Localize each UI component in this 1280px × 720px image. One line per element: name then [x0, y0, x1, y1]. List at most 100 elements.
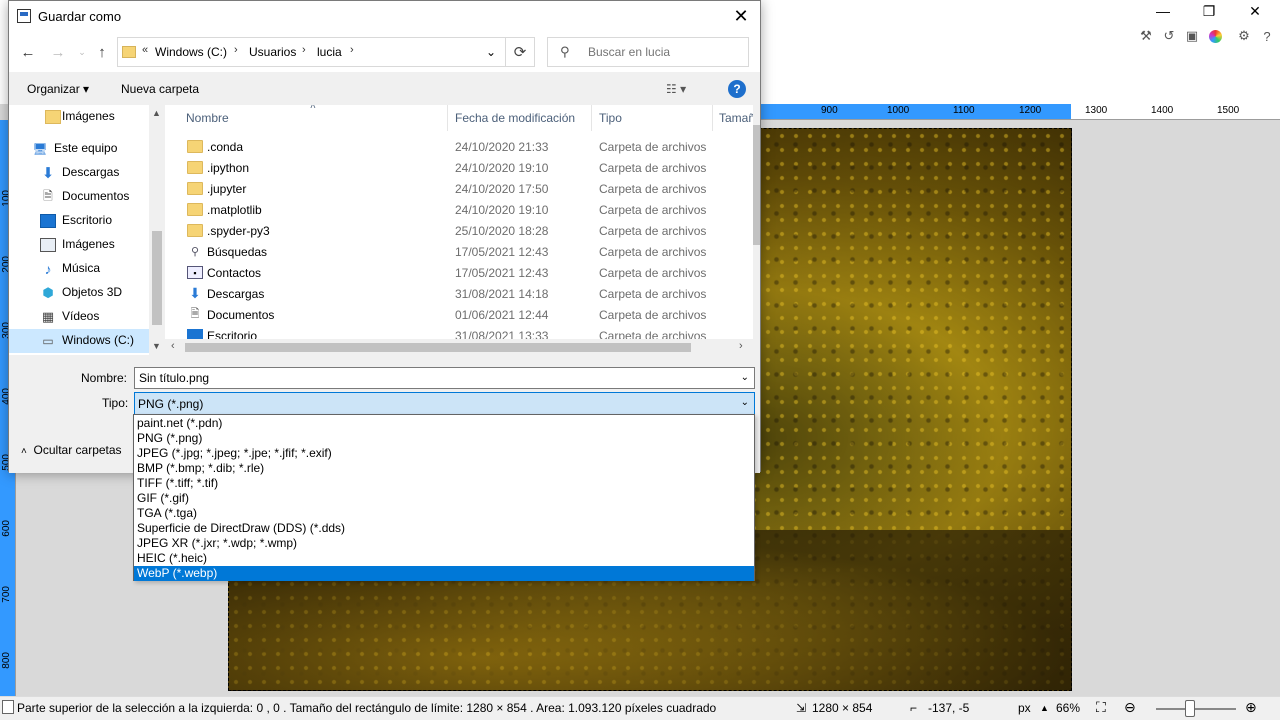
history-icon[interactable]: ↺ [1161, 28, 1177, 44]
up-arrow-icon[interactable]: ↑ [91, 41, 113, 63]
recent-locations-icon[interactable]: ⌄ [71, 41, 93, 63]
chevron-right-icon[interactable]: › [234, 44, 238, 56]
help-button[interactable]: ? [728, 80, 746, 98]
settings-icon[interactable]: ⚙ [1236, 28, 1252, 44]
file-name: Búsquedas [207, 245, 268, 259]
file-type-option[interactable]: Superficie de DirectDraw (DDS) (*.dds) [134, 521, 754, 536]
nav-item-videos[interactable]: ▦ Vídeos [9, 305, 155, 329]
nav-item-pictures[interactable]: Imágenes [9, 233, 155, 257]
file-name-input[interactable] [139, 371, 729, 385]
zoom-level[interactable]: 66% [1056, 701, 1080, 715]
colors-icon[interactable] [1207, 28, 1223, 44]
search-input[interactable] [588, 45, 738, 59]
file-row[interactable]: .jupyter 24/10/2020 17:50 Carpeta de arc… [165, 178, 745, 199]
file-name: .ipython [207, 161, 250, 175]
scroll-down-icon[interactable]: ▼ [152, 341, 161, 351]
file-list-hscrollbar[interactable]: ‹ › [165, 339, 760, 355]
file-list-scrollbar[interactable] [753, 105, 760, 341]
file-row[interactable]: .conda 24/10/2020 21:33 Carpeta de archi… [165, 136, 745, 157]
zoom-slider-thumb[interactable] [1185, 700, 1195, 717]
file-type-option[interactable]: TGA (*.tga) [134, 506, 754, 521]
nav-pane-scrollbar[interactable]: ▲ ▼ [149, 105, 165, 355]
hide-folders-toggle[interactable]: ˄ Ocultar carpetas [21, 443, 122, 457]
scrollbar-thumb[interactable] [185, 343, 691, 352]
chevron-right-icon[interactable]: › [350, 44, 354, 56]
chevron-down-icon[interactable]: ⌄ [741, 397, 749, 408]
file-type-option[interactable]: JPEG XR (*.jxr; *.wdp; *.wmp) [134, 536, 754, 551]
nav-item-desktop[interactable]: Escritorio [9, 209, 155, 233]
chevron-down-icon[interactable]: ⌄ [741, 372, 749, 383]
tools-icon[interactable]: ⚒ [1138, 28, 1154, 44]
file-row[interactable]: .ipython 24/10/2020 19:10 Carpeta de arc… [165, 157, 745, 178]
column-header-date[interactable]: Fecha de modificación [455, 111, 575, 125]
file-row[interactable]: ⚲ Búsquedas 17/05/2021 12:43 Carpeta de … [165, 241, 745, 262]
zoom-in-icon[interactable]: ⊕ [1245, 699, 1257, 716]
file-type-option[interactable]: HEIC (*.heic) [134, 551, 754, 566]
nav-item-documents[interactable]: 🗎 Documentos [9, 185, 155, 209]
nav-item-images[interactable]: Imágenes [9, 105, 155, 129]
column-header-type[interactable]: Tipo [599, 111, 622, 125]
search-box[interactable]: ⚲ [547, 37, 749, 67]
file-name-field[interactable]: ⌄ [134, 367, 755, 389]
view-options-icon[interactable]: ☷ ▾ [666, 82, 686, 96]
scrollbar-thumb[interactable] [152, 231, 162, 325]
file-row[interactable]: .spyder-py3 25/10/2020 18:28 Carpeta de … [165, 220, 745, 241]
file-date: 24/10/2020 19:10 [455, 203, 549, 217]
nav-item-downloads[interactable]: ⬇ Descargas [9, 161, 155, 185]
zoom-out-icon[interactable]: ⊖ [1124, 699, 1136, 716]
nav-item-3d-objects[interactable]: ⬢ Objetos 3D [9, 281, 155, 305]
minimize-icon[interactable]: — [1140, 0, 1186, 22]
file-row[interactable]: ⬇ Descargas 31/08/2021 14:18 Carpeta de … [165, 283, 745, 304]
breadcrumb-item[interactable]: Windows (C:) [155, 45, 227, 59]
restore-icon[interactable]: ❐ [1186, 0, 1232, 22]
column-header-size[interactable]: Tamaño [719, 111, 753, 125]
file-type-option[interactable]: GIF (*.gif) [134, 491, 754, 506]
column-header-name[interactable]: Nombre [186, 111, 229, 125]
breadcrumb-item[interactable]: Usuarios [249, 45, 296, 59]
file-row[interactable]: ▪ Contactos 17/05/2021 12:43 Carpeta de … [165, 262, 745, 283]
scrollbar-thumb[interactable] [753, 125, 760, 245]
zoom-slider-track[interactable] [1156, 708, 1236, 710]
scroll-left-icon[interactable]: ‹ [171, 340, 175, 352]
nav-item-label: Música [62, 261, 101, 275]
new-folder-button[interactable]: Nueva carpeta [121, 82, 199, 96]
file-type-select[interactable]: PNG (*.png) ⌄ [134, 392, 755, 415]
cursor-icon: ⌐ [910, 701, 918, 715]
chevron-down-icon[interactable]: ⌄ [486, 45, 496, 59]
back-arrow-icon[interactable]: ← [17, 41, 39, 63]
forward-arrow-icon[interactable]: → [47, 41, 69, 63]
unit-selector[interactable]: px [1018, 701, 1031, 715]
nav-item-windows-c[interactable]: ▭ Windows (C:) [9, 329, 155, 353]
address-bar[interactable]: « Windows (C:) › Usuarios › lucia › ⌄ [117, 37, 530, 67]
help-icon[interactable]: ? [1259, 28, 1275, 44]
file-name: .jupyter [207, 182, 247, 196]
column-divider[interactable] [591, 105, 592, 131]
scroll-right-icon[interactable]: › [739, 340, 743, 352]
file-type-option-selected[interactable]: WebP (*.webp) [134, 566, 754, 581]
organize-arrow: ▾ [83, 82, 90, 96]
organize-menu[interactable]: Organizar ▾ [27, 82, 89, 96]
file-type-option[interactable]: JPEG (*.jpg; *.jpeg; *.jpe; *.jfif; *.ex… [134, 446, 754, 461]
breadcrumb-item[interactable]: lucia [317, 45, 342, 59]
file-type-option[interactable]: paint.net (*.pdn) [134, 416, 754, 431]
file-type-option[interactable]: TIFF (*.tiff; *.tif) [134, 476, 754, 491]
nav-item-music[interactable]: ♪ Música [9, 257, 155, 281]
file-type-option[interactable]: PNG (*.png) [134, 431, 754, 446]
nav-item-label: Imágenes [62, 109, 115, 123]
close-icon[interactable]: ✕ [723, 1, 759, 32]
layers-icon[interactable]: ▣ [1184, 28, 1200, 44]
column-divider[interactable] [447, 105, 448, 131]
file-row[interactable]: 🗎 Documentos 01/06/2021 12:44 Carpeta de… [165, 304, 745, 325]
file-name: .spyder-py3 [207, 224, 270, 238]
type-label: Tipo: [102, 396, 129, 410]
scroll-up-icon[interactable]: ▲ [152, 108, 161, 118]
file-row[interactable]: .matplotlib 24/10/2020 19:10 Carpeta de … [165, 199, 745, 220]
fit-window-icon[interactable]: ⛶ [1096, 699, 1106, 716]
chevron-right-icon[interactable]: › [302, 44, 306, 56]
close-window-icon[interactable]: ✕ [1232, 0, 1278, 22]
chevron-up-icon[interactable]: ▲ [1040, 703, 1049, 713]
column-divider[interactable] [712, 105, 713, 131]
file-type-option[interactable]: BMP (*.bmp; *.dib; *.rle) [134, 461, 754, 476]
refresh-icon[interactable]: ⟳ [505, 37, 535, 67]
nav-item-this-pc[interactable]: 🖥 Este equipo [9, 137, 155, 161]
